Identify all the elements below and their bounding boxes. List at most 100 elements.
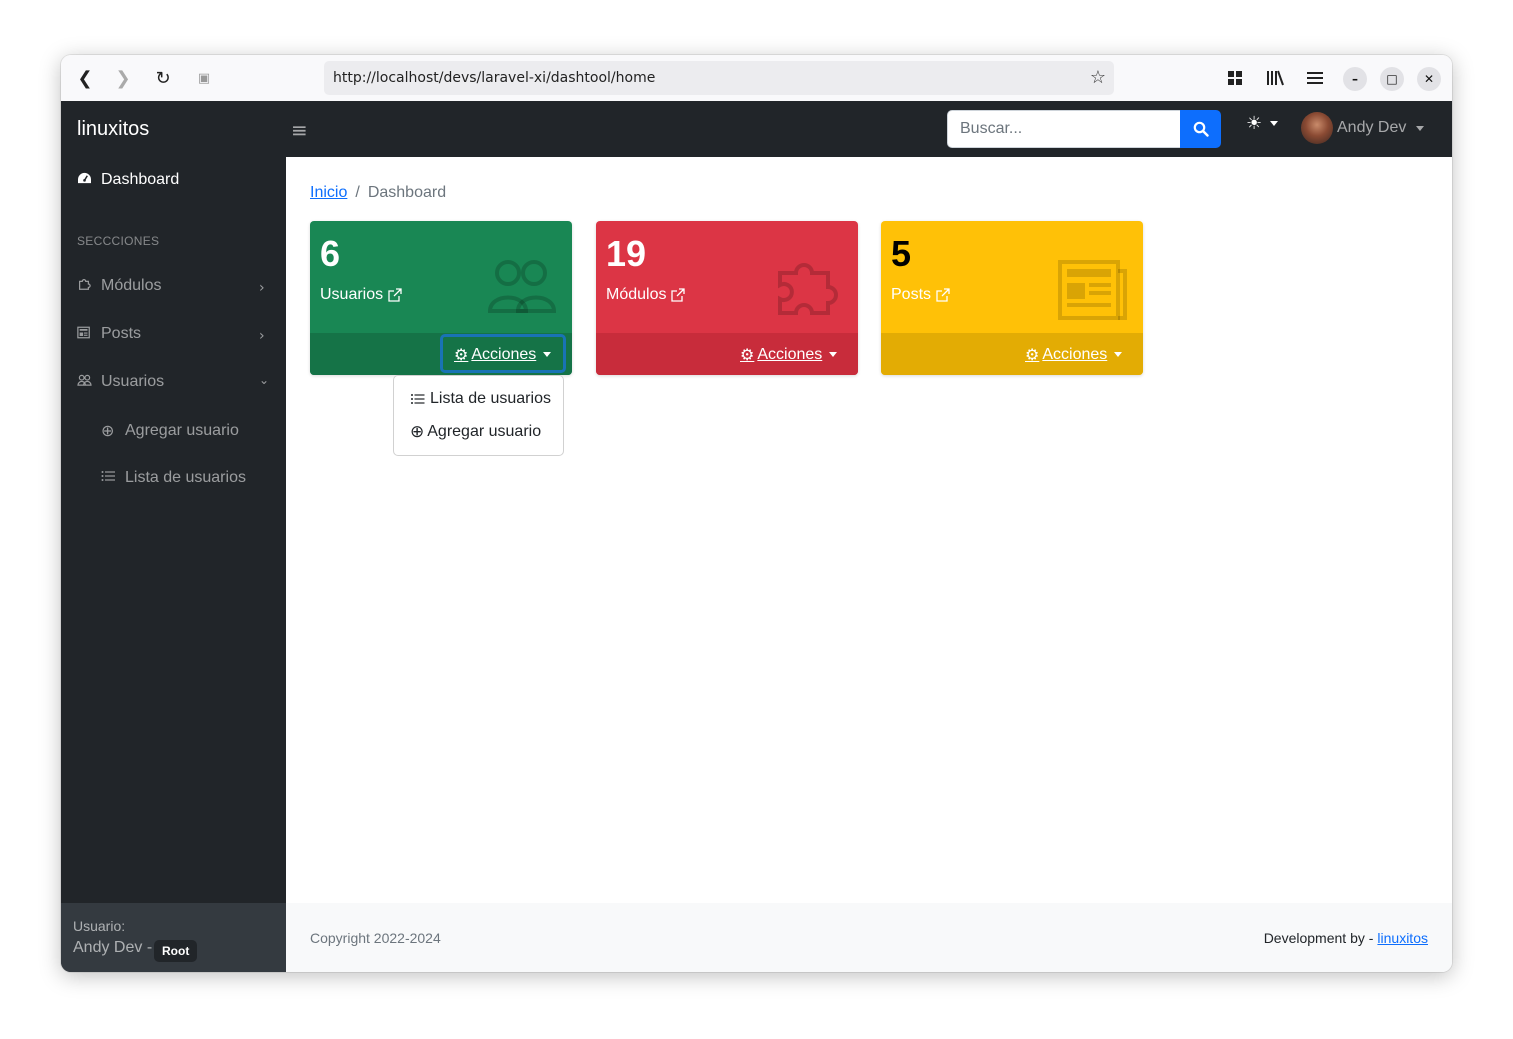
dropdown-item-agregar-usuario[interactable]: ⊕ Agregar usuario [410, 422, 541, 442]
newspaper-icon [77, 326, 95, 343]
caret-down-icon [829, 352, 838, 357]
newspaper-icon [1057, 259, 1129, 326]
acciones-dropdown-toggle[interactable]: ⚙ Acciones [1025, 345, 1123, 364]
page-info-icon[interactable]: ▣ [192, 66, 216, 90]
acciones-dropdown-toggle[interactable]: ⚙ Acciones [740, 345, 838, 364]
caret-down-icon [1270, 121, 1279, 126]
hamburger-menu-icon[interactable]: ≡ [291, 118, 308, 142]
sidebar-item-modulos[interactable]: Módulos [77, 277, 161, 295]
sidebar-item-label: Dashboard [101, 171, 180, 188]
acciones-label: Acciones [471, 345, 537, 363]
browser-toolbar: ❮ ❯ ↻ ▣ http://localhost/devs/laravel-xi… [61, 55, 1452, 101]
extensions-grid-icon[interactable] [1224, 67, 1246, 89]
user-menu-name: Andy Dev [1337, 119, 1407, 136]
back-icon[interactable]: ❮ [73, 66, 97, 90]
people-icon [486, 259, 558, 320]
card-count: 5 [891, 233, 912, 274]
acciones-label: Acciones [757, 345, 823, 363]
sidebar-item-posts[interactable]: Posts [77, 325, 141, 343]
sidebar-item-label: Usuarios [101, 373, 165, 390]
search-button[interactable] [1180, 110, 1221, 148]
card-link[interactable]: Módulos [606, 286, 686, 304]
menu-icon[interactable] [1304, 67, 1326, 89]
breadcrumb-current: Dashboard [367, 184, 447, 201]
user-name: Andy Dev - [73, 939, 153, 956]
people-icon [77, 374, 95, 391]
sidebar-subitem-agregar-usuario[interactable]: ⊕ Agregar usuario [101, 421, 239, 440]
search-icon [1193, 121, 1209, 137]
bookmark-star-icon[interactable]: ☆ [1090, 67, 1106, 88]
avatar [1301, 112, 1333, 144]
list-icon [411, 394, 425, 404]
search-input[interactable] [947, 110, 1181, 148]
developer-prefix: Development by - [1263, 930, 1374, 946]
sidebar-subitem-label: Lista de usuarios [125, 469, 246, 486]
dropdown-item-lista-usuarios[interactable]: Lista de usuarios [410, 390, 551, 408]
sidebar-subitem-label: Agregar usuario [125, 421, 239, 439]
card-footer: ⚙ Acciones [596, 333, 858, 375]
gear-icon: ⚙ [454, 345, 469, 364]
search-form [947, 110, 1221, 148]
card-label: Módulos [606, 286, 667, 303]
external-link-icon [936, 288, 950, 302]
external-link-icon [671, 288, 686, 302]
card-count: 19 [606, 233, 647, 274]
copyright-text: Copyright 2022-2024 [310, 930, 441, 946]
caret-down-icon [1416, 125, 1425, 131]
brand-logo-text[interactable]: linuxitos [77, 118, 149, 141]
card-footer: ⚙ Acciones [881, 333, 1143, 375]
sidebar-user-panel: Usuario: Andy Dev - Root [61, 903, 286, 972]
library-icon[interactable] [1264, 67, 1286, 89]
acciones-dropdown-menu: Lista de usuarios ⊕ Agregar usuario [393, 375, 564, 456]
close-icon[interactable]: ✕ [1417, 67, 1441, 91]
external-link-icon [388, 288, 402, 302]
browser-window: ❮ ❯ ↻ ▣ http://localhost/devs/laravel-xi… [61, 55, 1452, 972]
card-count: 6 [320, 233, 341, 274]
minimize-icon[interactable]: – [1343, 67, 1367, 91]
url-text: http://localhost/devs/laravel-xi/dashtoo… [333, 70, 656, 86]
sidebar-item-dashboard[interactable]: Dashboard [77, 171, 179, 189]
sidebar-item-label: Posts [101, 325, 142, 342]
top-navbar: ≡ ☀ Andy Dev [286, 101, 1452, 157]
theme-toggle[interactable]: ☀ [1246, 113, 1279, 134]
caret-down-icon [1114, 352, 1123, 357]
developer-credit: Development by - linuxitos [1264, 930, 1428, 946]
card-footer: ⚙ Acciones [310, 333, 572, 375]
acciones-label: Acciones [1042, 345, 1108, 363]
chevron-right-icon: › [259, 280, 265, 296]
posts-card: 5 Posts ⚙ Acciones [881, 221, 1143, 375]
card-label: Posts [891, 286, 932, 303]
plus-circle-icon: ⊕ [410, 422, 425, 442]
main-content: Inicio / Dashboard 6 Usuarios ⚙ Acciones [286, 157, 1452, 903]
sidebar-item-usuarios[interactable]: Usuarios [77, 373, 164, 391]
url-bar[interactable]: http://localhost/devs/laravel-xi/dashtoo… [324, 61, 1114, 95]
maximize-icon[interactable]: □ [1380, 67, 1404, 91]
developer-link[interactable]: linuxitos [1377, 930, 1428, 946]
sidebar: linuxitos Dashboard SECCCIONES Módulos ›… [61, 101, 286, 972]
user-menu[interactable]: Andy Dev [1301, 112, 1425, 144]
caret-down-icon [543, 352, 552, 357]
card-label: Usuarios [320, 286, 384, 303]
dropdown-item-label: Agregar usuario [427, 423, 542, 440]
chevron-down-icon: ⌄ [259, 373, 270, 387]
breadcrumb-home-link[interactable]: Inicio [310, 184, 347, 202]
breadcrumb: Inicio / Dashboard [310, 184, 446, 202]
acciones-dropdown-toggle[interactable]: ⚙ Acciones [454, 345, 552, 364]
card-link[interactable]: Usuarios [320, 286, 403, 304]
gear-icon: ⚙ [740, 345, 755, 364]
modulos-card: 19 Módulos ⚙ Acciones [596, 221, 858, 375]
forward-icon[interactable]: ❯ [111, 66, 135, 90]
card-link[interactable]: Posts [891, 286, 951, 304]
list-icon [101, 470, 119, 486]
user-caption: Usuario: [73, 918, 126, 934]
puzzle-icon [77, 277, 95, 295]
puzzle-icon [772, 259, 844, 320]
plus-circle-icon: ⊕ [101, 421, 115, 440]
sidebar-subitem-lista-usuarios[interactable]: Lista de usuarios [101, 469, 246, 487]
page-footer: Copyright 2022-2024 Development by - lin… [286, 903, 1452, 972]
reload-icon[interactable]: ↻ [151, 66, 175, 90]
dropdown-item-label: Lista de usuarios [430, 390, 551, 407]
sun-icon: ☀ [1246, 113, 1263, 134]
usuarios-card: 6 Usuarios ⚙ Acciones [310, 221, 572, 375]
breadcrumb-separator: / [355, 184, 360, 201]
